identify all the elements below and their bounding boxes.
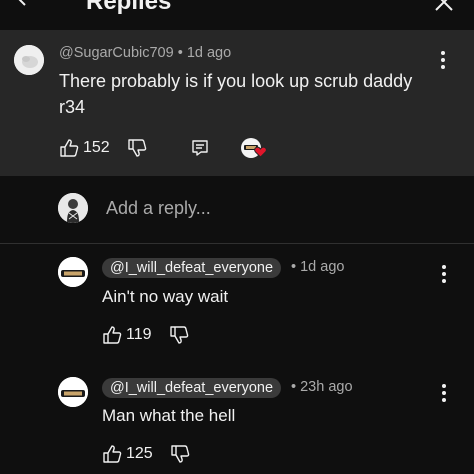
like-count: 119 <box>126 326 152 343</box>
dislike-icon[interactable] <box>127 138 147 158</box>
avatar-image-icon <box>58 377 88 407</box>
avatar[interactable] <box>58 257 88 287</box>
heart-icon <box>253 146 267 158</box>
reply-text: Ain't no way wait <box>102 287 229 306</box>
reply-item: @I_will_defeat_everyone • 23h ago Man wh… <box>0 364 474 474</box>
reply-text: Man what the hell <box>102 406 236 425</box>
page-title: Replies <box>86 0 172 15</box>
dislike-icon[interactable] <box>170 444 190 464</box>
reply-time: • 1d ago <box>291 259 345 275</box>
avatar-image-icon <box>14 45 44 75</box>
replies-header: Replies <box>0 0 474 30</box>
reply-time: • 23h ago <box>291 379 353 395</box>
comment-actions: 152 <box>59 137 267 159</box>
back-arrow-icon[interactable] <box>14 0 38 10</box>
reply-handle[interactable]: @I_will_defeat_everyone <box>102 378 282 398</box>
avatar[interactable] <box>58 377 88 407</box>
comment-time: • 1d ago <box>173 45 232 61</box>
avatar[interactable] <box>14 45 44 75</box>
reply-comment-icon[interactable] <box>190 138 210 158</box>
reply-composer: Add a reply... <box>0 176 474 244</box>
close-icon[interactable] <box>432 0 456 14</box>
avatar-image-icon <box>58 257 88 287</box>
like-icon[interactable] <box>59 138 79 158</box>
reply-input[interactable]: Add a reply... <box>106 198 211 219</box>
like-count: 152 <box>83 139 110 156</box>
comment-meta: @SugarCubic709 • 1d ago <box>59 45 231 61</box>
more-options-icon[interactable] <box>438 50 448 70</box>
more-options-icon[interactable] <box>439 383 449 403</box>
reply-actions: 119 <box>102 325 189 345</box>
like-icon[interactable] <box>102 325 122 345</box>
like-count: 125 <box>126 445 153 462</box>
more-options-icon[interactable] <box>439 264 449 284</box>
like-icon[interactable] <box>102 444 122 464</box>
reply-handle[interactable]: @I_will_defeat_everyone <box>102 258 282 278</box>
reply-item: @I_will_defeat_everyone • 1d ago Ain't n… <box>0 245 474 365</box>
top-comment: @SugarCubic709 • 1d ago There probably i… <box>0 30 474 176</box>
my-avatar-image-icon <box>58 193 88 223</box>
reply-actions: 125 <box>102 444 190 464</box>
dislike-icon[interactable] <box>169 325 189 345</box>
creator-heart-badge <box>240 137 267 159</box>
comment-text: There probably is if you look up scrub d… <box>59 71 413 117</box>
comment-handle[interactable]: @SugarCubic709 <box>59 45 174 61</box>
my-avatar <box>58 193 88 223</box>
